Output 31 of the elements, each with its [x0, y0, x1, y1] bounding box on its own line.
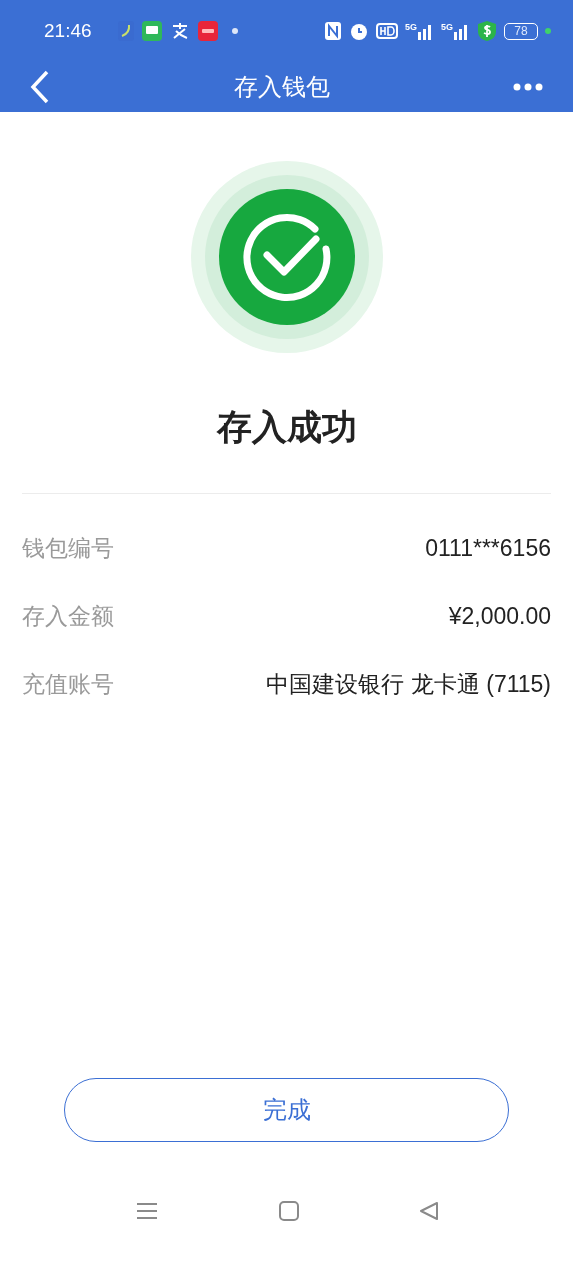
page-title: 存入钱包: [233, 72, 330, 102]
detail-value: 中国建设银行 龙卡通 (7115): [266, 669, 551, 699]
indicator-dot: [545, 28, 551, 34]
detail-label: 钱包编号: [22, 533, 114, 563]
app-icon: [197, 21, 218, 41]
network-label: 5G: [404, 22, 417, 32]
hd-icon: [375, 23, 398, 39]
alarm-icon: [348, 21, 369, 41]
more-button[interactable]: [513, 83, 543, 91]
shield-icon: [477, 20, 497, 42]
detail-value: ¥2,000.00: [448, 602, 551, 630]
detail-label: 存入金额: [22, 601, 114, 631]
back-button[interactable]: [30, 70, 50, 104]
nfc-icon: [323, 21, 342, 41]
result-title: 存入成功: [216, 406, 357, 448]
network-label: 5G: [441, 22, 453, 32]
battery-level: 78: [514, 24, 528, 38]
menu-icon[interactable]: [136, 1202, 158, 1220]
notification-dot: [231, 28, 238, 34]
home-icon[interactable]: [278, 1201, 299, 1221]
detail-label: 充值账号: [22, 669, 114, 699]
detail-value: 0111***6156: [425, 534, 551, 562]
signal-icon: [454, 22, 470, 40]
status-time: 21:46: [44, 20, 92, 42]
signal-icon: [418, 22, 434, 40]
more-icon: [513, 83, 543, 91]
done-button[interactable]: 完成: [64, 1078, 509, 1142]
back-icon: [30, 70, 50, 104]
chat-icon: [141, 21, 162, 41]
back-triangle-icon[interactable]: [419, 1201, 439, 1221]
success-icon: [190, 161, 383, 353]
